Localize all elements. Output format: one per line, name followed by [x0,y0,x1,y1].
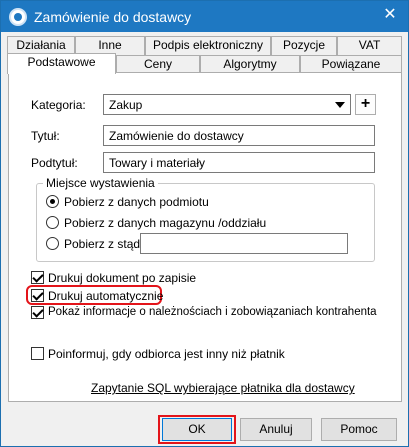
tab-pozycje[interactable]: Pozycje [271,36,337,55]
from-input[interactable] [140,233,348,254]
tab-podpis-elektroniczny[interactable]: Podpis elektroniczny [145,36,271,55]
radio-from[interactable] [46,237,59,250]
radio-subject-label: Pobierz z danych podmiotu [64,195,209,209]
title-input[interactable]: Zamówienie do dostawcy [103,125,375,146]
print-after-save-label: Drukuj dokument po zapisie [48,271,197,285]
print-after-save-checkbox[interactable] [31,271,44,284]
category-label: Kategoria: [31,98,86,112]
close-icon[interactable]: ✕ [382,7,398,23]
tab-vat[interactable]: VAT [337,36,402,55]
window-title: Zamówienie do dostawcy [34,9,192,25]
issue-place-title: Miejsce wystawienia [43,176,158,190]
subtitle-label: Podtytuł: [31,156,78,170]
show-receivables-checkbox[interactable] [31,306,44,319]
add-category-button[interactable]: + [355,94,376,115]
app-logo-icon [9,8,27,26]
dialog-body: Działania Inne Podpis elektroniczny Pozy… [1,32,408,446]
ok-button[interactable]: OK [162,418,232,441]
help-button[interactable]: Pomoc [321,418,397,441]
tab-podstawowe[interactable]: Podstawowe [7,53,116,74]
category-value: Zakup [109,98,143,112]
auto-print-label: Drukuj automatycznie [48,289,164,303]
radio-warehouse-label: Pobierz z danych magazynu /oddziału [64,216,267,230]
dialog-window: Zamówienie do dostawcy ✕ Działania Inne … [0,0,409,447]
sql-payer-link[interactable]: Zapytanie SQL wybierające płatnika dla d… [91,381,355,395]
tab-panel-podstawowe: Kategoria: Zakup + Tytuł: Zamówienie do … [8,72,402,402]
subtitle-input[interactable]: Towary i materiały [103,152,375,173]
title-label: Tytuł: [31,129,60,143]
show-receivables-label: Pokaż informacje o należnościach i zobow… [48,306,377,318]
cancel-button[interactable]: Anuluj [240,418,312,441]
category-select[interactable]: Zakup [103,94,351,115]
notify-payer-label: Poinformuj, gdy odbiorca jest inny niż p… [48,347,285,361]
auto-print-checkbox[interactable] [31,289,44,302]
title-bar[interactable]: Zamówienie do dostawcy ✕ [1,1,408,32]
radio-subject[interactable] [46,195,59,208]
notify-payer-checkbox[interactable] [31,347,44,360]
radio-warehouse[interactable] [46,216,59,229]
chevron-down-icon [335,102,345,108]
radio-from-label: Pobierz z stąd: [64,237,144,251]
